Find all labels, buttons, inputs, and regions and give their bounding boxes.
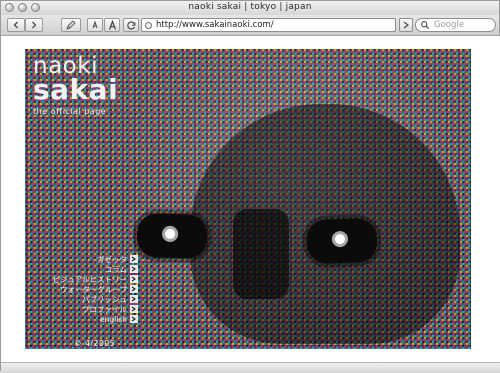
menu-arrow-icon bbox=[130, 295, 138, 303]
menu-item-profile[interactable]: プロファイル bbox=[33, 304, 138, 314]
brand-subtitle: the official page bbox=[33, 107, 107, 116]
address-bar[interactable]: http://www.sakainaoki.com/ bbox=[141, 18, 396, 32]
left-pupil bbox=[161, 225, 179, 243]
address-url: http://www.sakainaoki.com/ bbox=[156, 20, 274, 30]
menu-label: english bbox=[100, 314, 127, 324]
copyright-text: © 4/2005 bbox=[74, 339, 116, 348]
magnifier-icon bbox=[421, 21, 430, 30]
menu-arrow-icon bbox=[130, 305, 138, 313]
nose-shadow bbox=[233, 209, 289, 299]
menu-item-publish[interactable]: パブリッシュ bbox=[33, 294, 138, 304]
menu-arrow-icon bbox=[130, 285, 138, 293]
menu-arrow-icon bbox=[130, 315, 138, 323]
brand-line2: sakai bbox=[33, 73, 119, 106]
hero-image: naoki sakai the official page ガゼッタ コラム ビ… bbox=[25, 49, 471, 349]
bottom-bar bbox=[1, 362, 500, 373]
search-field[interactable]: Google bbox=[415, 18, 496, 32]
forward-button[interactable] bbox=[25, 18, 43, 32]
titlebar: naoki sakai | tokyo | japan bbox=[1, 1, 499, 16]
site-brand: naoki sakai the official page bbox=[33, 55, 118, 116]
pencil-icon bbox=[66, 20, 76, 30]
page-icon bbox=[145, 21, 152, 29]
back-button[interactable] bbox=[7, 18, 25, 32]
browser-window: naoki sakai | tokyo | japan http://www.s… bbox=[0, 0, 500, 373]
reload-icon bbox=[126, 20, 135, 30]
left-eye bbox=[136, 212, 208, 260]
menu-arrow-icon bbox=[130, 265, 138, 273]
text-smaller-button[interactable] bbox=[87, 18, 103, 32]
reload-button[interactable] bbox=[123, 18, 139, 32]
menu-label: プロファイル bbox=[82, 304, 127, 314]
right-pupil bbox=[331, 230, 349, 248]
window-title: naoki sakai | tokyo | japan bbox=[188, 2, 312, 12]
text-larger-icon bbox=[108, 19, 116, 30]
text-smaller-icon bbox=[92, 20, 98, 29]
right-eye bbox=[306, 217, 378, 265]
menu-arrow-icon bbox=[130, 275, 138, 283]
search-placeholder: Google bbox=[434, 20, 464, 30]
menu-item-visual-history[interactable]: ビジュアルヒストリー bbox=[33, 274, 138, 284]
left-arrow-icon bbox=[13, 21, 18, 29]
bookmark-button[interactable] bbox=[61, 18, 81, 32]
right-arrow-icon bbox=[32, 21, 37, 29]
page-viewport: naoki sakai the official page ガゼッタ コラム ビ… bbox=[1, 36, 500, 362]
menu-item-gazette[interactable]: ガゼッタ bbox=[33, 254, 138, 264]
go-button[interactable] bbox=[399, 18, 413, 32]
menu-item-english[interactable]: english bbox=[33, 314, 138, 324]
text-larger-button[interactable] bbox=[104, 18, 120, 32]
menu-arrow-icon bbox=[130, 255, 138, 263]
site-menu: ガゼッタ コラム ビジュアルヒストリー ウォーターグループ パブリッシュ プロフ… bbox=[33, 254, 138, 324]
menu-item-column[interactable]: コラム bbox=[33, 264, 138, 274]
menu-item-water-group[interactable]: ウォーターグループ bbox=[33, 284, 138, 294]
toolbar: http://www.sakainaoki.com/ Google bbox=[1, 15, 499, 36]
go-icon bbox=[403, 21, 409, 29]
